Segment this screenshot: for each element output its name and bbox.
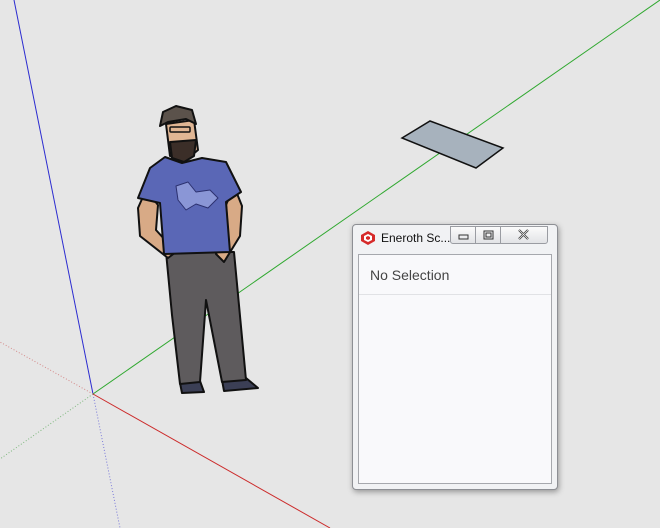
axes bbox=[0, 0, 660, 528]
eneroth-dialog[interactable]: Eneroth Sc... No Selection bbox=[352, 224, 558, 490]
selection-status: No Selection bbox=[370, 267, 450, 283]
pants bbox=[165, 251, 247, 385]
dialog-titlebar[interactable]: Eneroth Sc... bbox=[353, 225, 557, 251]
green-axis-negative bbox=[0, 393, 94, 460]
sketchup-logo-icon bbox=[361, 231, 375, 245]
blue-axis-positive bbox=[13, 0, 94, 395]
dialog-title: Eneroth Sc... bbox=[381, 231, 451, 245]
model-viewport[interactable] bbox=[0, 0, 660, 528]
content-divider bbox=[359, 294, 551, 295]
dialog-content: No Selection bbox=[358, 254, 552, 484]
close-icon bbox=[518, 229, 529, 240]
blue-axis-negative bbox=[92, 393, 121, 528]
maximize-icon bbox=[483, 230, 494, 240]
minimize-button[interactable] bbox=[450, 226, 476, 244]
beard bbox=[169, 139, 197, 163]
red-axis-negative bbox=[0, 341, 94, 395]
rectangle-face[interactable] bbox=[400, 120, 505, 169]
minimize-icon bbox=[458, 234, 469, 240]
maximize-button[interactable] bbox=[475, 226, 501, 244]
close-button[interactable] bbox=[500, 226, 548, 244]
red-axis-positive bbox=[92, 393, 331, 528]
